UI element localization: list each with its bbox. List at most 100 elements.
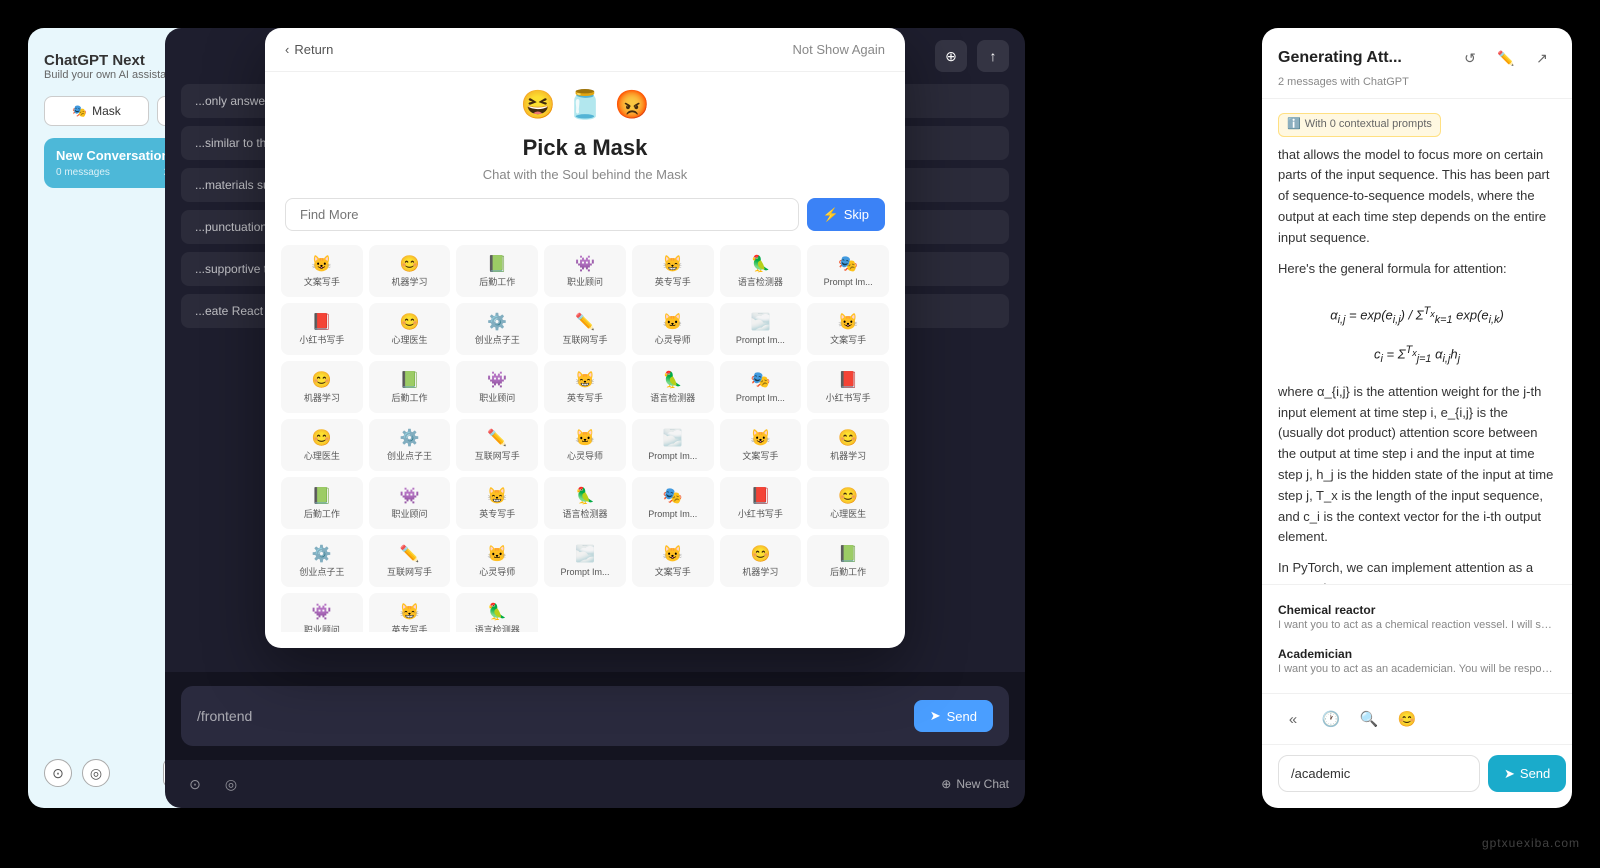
- settings-icon[interactable]: ⊙: [44, 759, 72, 787]
- mask-item-emoji: 🌫️: [750, 312, 770, 332]
- mask-item[interactable]: 📗后勤工作: [807, 535, 889, 587]
- mask-item[interactable]: 🦜语言检测器: [544, 477, 626, 529]
- search-icon[interactable]: 🔍: [1354, 704, 1384, 734]
- chat-header-icon1[interactable]: ⊕: [935, 40, 967, 72]
- mask-item[interactable]: 😸英专写手: [456, 477, 538, 529]
- mask-item[interactable]: 🎭Prompt Im...: [807, 245, 889, 297]
- mask-item[interactable]: 😺文案写手: [632, 535, 714, 587]
- share-icon[interactable]: ↗: [1528, 44, 1556, 72]
- mask-item[interactable]: 👾职业顾问: [544, 245, 626, 297]
- mask-item[interactable]: 🌫️Prompt Im...: [544, 535, 626, 587]
- mask-item[interactable]: 😊机器学习: [720, 535, 802, 587]
- mask-item-label: 语言检测器: [738, 277, 783, 288]
- mask-item-label: 创业点子王: [475, 335, 520, 346]
- mask-item[interactable]: 🐱心灵导师: [456, 535, 538, 587]
- mask-skip-button[interactable]: ⚡ Skip: [807, 198, 885, 231]
- undo-icon[interactable]: ↺: [1456, 44, 1484, 72]
- mask-item[interactable]: 🐱心灵导师: [632, 303, 714, 355]
- mask-item[interactable]: 😊心理医生: [369, 303, 451, 355]
- mask-item[interactable]: 🐱心灵导师: [544, 419, 626, 471]
- send-button[interactable]: ➤ Send: [914, 700, 993, 732]
- mask-item-emoji: 😸: [487, 486, 507, 506]
- mask-emoji1: 😆: [521, 88, 556, 121]
- watermark: gptxuexiba.com: [1482, 836, 1580, 850]
- mask-item[interactable]: 😺文案写手: [281, 245, 363, 297]
- mask-item[interactable]: 😸英专写手: [632, 245, 714, 297]
- mask-button[interactable]: 🎭 Mask: [44, 96, 149, 126]
- mask-item[interactable]: ✏️互联网写手: [456, 419, 538, 471]
- mask-item[interactable]: 📗后勤工作: [281, 477, 363, 529]
- mask-item[interactable]: 🌫️Prompt Im...: [632, 419, 714, 471]
- mask-item-emoji: 😸: [400, 602, 420, 622]
- mask-item-label: 英专写手: [655, 277, 691, 288]
- new-chat-dark-button[interactable]: ⊕ New Chat: [941, 777, 1009, 791]
- mask-item[interactable]: 🌫️Prompt Im...: [720, 303, 802, 355]
- not-show-again-button[interactable]: Not Show Again: [792, 42, 885, 57]
- mask-item[interactable]: 👾职业顾问: [369, 477, 451, 529]
- chat-header-icon2[interactable]: ↑: [977, 40, 1009, 72]
- github-icon[interactable]: ◎: [82, 759, 110, 787]
- mask-item[interactable]: 📕小红书写手: [720, 477, 802, 529]
- mask-item-emoji: 📗: [312, 486, 332, 506]
- mask-item[interactable]: 😊心理医生: [281, 419, 363, 471]
- mask-item[interactable]: 🎭Prompt Im...: [720, 361, 802, 413]
- mask-item[interactable]: 😊机器学习: [281, 361, 363, 413]
- conversation-messages: 0 messages: [56, 167, 110, 178]
- mask-item-label: 心理医生: [392, 335, 428, 346]
- collapse-icon[interactable]: «: [1278, 704, 1308, 734]
- mask-item[interactable]: ⚙️创业点子王: [456, 303, 538, 355]
- mask-item-emoji: 🌫️: [575, 544, 595, 564]
- mask-item[interactable]: 😸英专写手: [544, 361, 626, 413]
- mask-item[interactable]: ⚙️创业点子王: [369, 419, 451, 471]
- mask-item[interactable]: ✏️互联网写手: [369, 535, 451, 587]
- mask-item[interactable]: 🦜语言检测器: [632, 361, 714, 413]
- mask-item[interactable]: ✏️互联网写手: [544, 303, 626, 355]
- mask-item[interactable]: 😊机器学习: [369, 245, 451, 297]
- right-input-area: ➤ Send: [1262, 744, 1572, 808]
- mask-item[interactable]: 👾职业顾问: [456, 361, 538, 413]
- math-formula2: ci = ΣTxj=1 αi,jhj: [1278, 342, 1556, 368]
- mask-item[interactable]: 📗后勤工作: [369, 361, 451, 413]
- mask-item-label: 小红书写手: [738, 509, 783, 520]
- mask-item-label: 小红书写手: [299, 335, 344, 346]
- prompt-card-2[interactable]: Academician I want you to act as an acad…: [1262, 639, 1572, 683]
- mask-item[interactable]: 👾职业顾问: [281, 593, 363, 632]
- mask-item[interactable]: 🦜语言检测器: [720, 245, 802, 297]
- mask-item[interactable]: 😊心理医生: [807, 477, 889, 529]
- mask-item-label: 后勤工作: [479, 277, 515, 288]
- prompt-card-1[interactable]: Chemical reactor I want you to act as a …: [1262, 595, 1572, 639]
- right-panel-subtitle: 2 messages with ChatGPT: [1278, 76, 1556, 88]
- right-chat-input[interactable]: [1278, 755, 1480, 792]
- mask-item-label: 文案写手: [830, 335, 866, 346]
- mask-item-label: 英专写手: [567, 393, 603, 404]
- mask-item-emoji: 😺: [838, 312, 858, 332]
- mask-item-emoji: 🌫️: [663, 428, 683, 448]
- mask-item[interactable]: ⚙️创业点子王: [281, 535, 363, 587]
- mask-item-label: 文案写手: [742, 451, 778, 462]
- return-button[interactable]: ‹ Return: [285, 42, 333, 57]
- mask-dialog-body: 😆 🫙 😡 Pick a Mask Chat with the Soul beh…: [265, 72, 905, 648]
- mask-item[interactable]: 📕小红书写手: [807, 361, 889, 413]
- mask-item-emoji: 👾: [312, 602, 332, 622]
- clock-icon[interactable]: 🕐: [1316, 704, 1346, 734]
- mask-item[interactable]: 📕小红书写手: [281, 303, 363, 355]
- mask-item[interactable]: 😺文案写手: [720, 419, 802, 471]
- mask-search-input[interactable]: [285, 198, 799, 231]
- mask-item[interactable]: 😊机器学习: [807, 419, 889, 471]
- mask-item[interactable]: 🎭Prompt Im...: [632, 477, 714, 529]
- emoji-icon[interactable]: 😊: [1392, 704, 1422, 734]
- mask-item[interactable]: 🦜语言检测器: [456, 593, 538, 632]
- right-send-button[interactable]: ➤ Send: [1488, 755, 1566, 792]
- edit-icon[interactable]: ✏️: [1492, 44, 1520, 72]
- mask-item-emoji: 😊: [838, 428, 858, 448]
- mask-item[interactable]: 😺 文案写手: [807, 303, 889, 355]
- mask-item-emoji: 😺: [663, 544, 683, 564]
- prompt-cards-section: Chemical reactor I want you to act as a …: [1262, 584, 1572, 693]
- mask-item[interactable]: 📗 后勤工作: [456, 245, 538, 297]
- chat-footer-icon1[interactable]: ⊙: [181, 770, 209, 798]
- chat-footer-icon2[interactable]: ◎: [217, 770, 245, 798]
- sidebar-header-text: ChatGPT Next Build your own AI assistant…: [44, 52, 179, 81]
- mask-icon: 🎭: [72, 104, 87, 118]
- mask-item[interactable]: 😸英专写手: [369, 593, 451, 632]
- mask-item-emoji: 📗: [487, 254, 507, 274]
